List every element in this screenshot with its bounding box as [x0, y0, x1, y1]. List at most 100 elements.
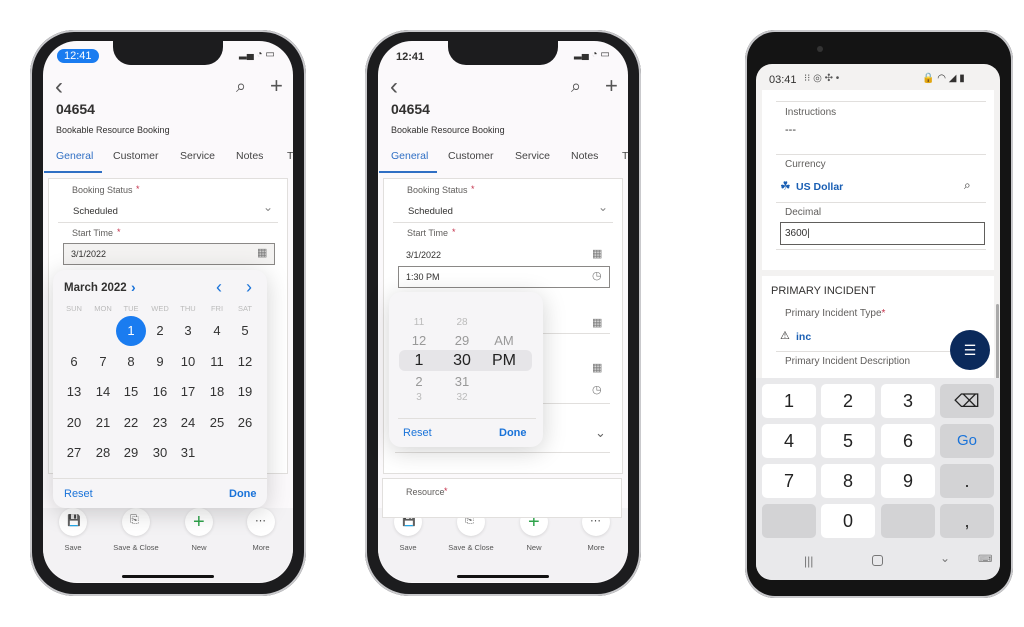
- key-9[interactable]: 9: [881, 464, 935, 498]
- calendar-day[interactable]: 27: [67, 445, 81, 460]
- hour-option[interactable]: 2: [415, 374, 422, 389]
- hour-option[interactable]: 3: [416, 392, 422, 403]
- key-4[interactable]: 4: [762, 424, 816, 458]
- search-icon[interactable]: ⌕: [964, 178, 971, 193]
- chevron-down-icon[interactable]: ⌄: [595, 425, 606, 441]
- decimal-input[interactable]: 3600|: [780, 222, 985, 245]
- calendar-day[interactable]: 18: [210, 384, 224, 399]
- period-option[interactable]: PM: [492, 352, 516, 370]
- tab-1[interactable]: Customer: [448, 150, 494, 162]
- tab-2[interactable]: Service: [515, 150, 550, 162]
- reset-button[interactable]: Reset: [64, 488, 93, 500]
- nav-home-button[interactable]: [872, 555, 883, 566]
- calendar-day[interactable]: 11: [210, 354, 224, 369]
- calendar-day[interactable]: 5: [241, 323, 248, 338]
- tab-2[interactable]: Service: [180, 150, 215, 162]
- reset-button[interactable]: Reset: [403, 427, 432, 439]
- back-icon[interactable]: ‹: [55, 73, 63, 101]
- calendar-day[interactable]: 7: [99, 354, 106, 369]
- tab-4[interactable]: T: [287, 150, 293, 162]
- key-8[interactable]: 8: [821, 464, 875, 498]
- search-icon[interactable]: ⌕: [236, 76, 246, 97]
- currency-lookup-link[interactable]: US Dollar: [796, 181, 843, 193]
- minute-option[interactable]: 28: [456, 317, 467, 328]
- calendar-day[interactable]: 15: [124, 384, 138, 399]
- tab-1[interactable]: Customer: [113, 150, 159, 162]
- calendar-day[interactable]: 1: [127, 323, 134, 338]
- calendar-day[interactable]: 20: [67, 415, 81, 430]
- calendar-icon[interactable]: ▦: [592, 361, 602, 374]
- key-7[interactable]: 7: [762, 464, 816, 498]
- calendar-day[interactable]: 25: [210, 415, 224, 430]
- done-button[interactable]: Done: [499, 427, 527, 439]
- next-month-icon[interactable]: ›: [246, 277, 252, 298]
- hour-option[interactable]: 12: [412, 333, 426, 348]
- tab-4[interactable]: T: [622, 150, 628, 162]
- booking-status-value[interactable]: Scheduled: [408, 206, 453, 217]
- calendar-day[interactable]: 2: [156, 323, 163, 338]
- calendar-day[interactable]: 26: [238, 415, 252, 430]
- hour-option[interactable]: 1: [415, 352, 424, 370]
- minute-option[interactable]: 30: [453, 352, 471, 370]
- chevron-down-icon[interactable]: ⌄: [598, 200, 608, 214]
- back-icon[interactable]: ‹: [390, 73, 398, 101]
- calendar-day[interactable]: 22: [124, 415, 138, 430]
- previous-month-icon[interactable]: ‹: [216, 277, 222, 298]
- nav-back-chevron-icon[interactable]: ⌄: [940, 551, 950, 565]
- minute-option[interactable]: 31: [455, 374, 469, 389]
- calendar-icon[interactable]: ▦: [592, 247, 602, 260]
- nav-recents-button[interactable]: |||: [804, 554, 813, 568]
- key-6[interactable]: 6: [881, 424, 935, 458]
- calendar-day[interactable]: 12: [238, 354, 252, 369]
- minute-option[interactable]: 32: [456, 392, 467, 403]
- calendar-day[interactable]: 6: [70, 354, 77, 369]
- tab-3[interactable]: Notes: [571, 150, 598, 162]
- list-fab-button[interactable]: ☰: [950, 330, 990, 370]
- incident-type-link[interactable]: inc: [796, 331, 811, 343]
- calendar-day[interactable]: 30: [153, 445, 167, 460]
- add-icon[interactable]: +: [270, 73, 283, 99]
- key-,[interactable]: ,: [940, 504, 994, 538]
- calendar-day[interactable]: 4: [213, 323, 220, 338]
- calendar-day[interactable]: 8: [127, 354, 134, 369]
- calendar-day[interactable]: 29: [124, 445, 138, 460]
- key-3[interactable]: 3: [881, 384, 935, 418]
- calendar-day[interactable]: 28: [96, 445, 110, 460]
- calendar-day[interactable]: 14: [96, 384, 110, 399]
- tab-0[interactable]: General: [56, 150, 93, 162]
- key-5[interactable]: 5: [821, 424, 875, 458]
- minute-option[interactable]: 29: [455, 333, 469, 348]
- chevron-down-icon[interactable]: ⌄: [263, 200, 273, 214]
- booking-status-value[interactable]: Scheduled: [73, 206, 118, 217]
- calendar-day[interactable]: 24: [181, 415, 195, 430]
- tab-0[interactable]: General: [391, 150, 428, 162]
- key-Go[interactable]: Go: [940, 424, 994, 458]
- calendar-day[interactable]: 3: [184, 323, 191, 338]
- add-icon[interactable]: +: [605, 73, 618, 99]
- search-icon[interactable]: ⌕: [571, 76, 581, 97]
- calendar-month-label[interactable]: March 2022: [64, 282, 127, 294]
- clock-icon[interactable]: ◷: [592, 269, 602, 282]
- tab-3[interactable]: Notes: [236, 150, 263, 162]
- calendar-day[interactable]: 23: [153, 415, 167, 430]
- key-2[interactable]: 2: [821, 384, 875, 418]
- key-1[interactable]: 1: [762, 384, 816, 418]
- keyboard-switch-icon[interactable]: ⌨: [978, 554, 992, 565]
- calendar-day[interactable]: 19: [238, 384, 252, 399]
- calendar-day[interactable]: 10: [181, 354, 195, 369]
- calendar-icon[interactable]: ▦: [257, 246, 267, 259]
- calendar-icon[interactable]: ▦: [592, 316, 602, 329]
- key-0[interactable]: 0: [821, 504, 875, 538]
- period-option[interactable]: AM: [494, 333, 514, 348]
- done-button[interactable]: Done: [229, 488, 257, 500]
- calendar-day[interactable]: 31: [181, 445, 195, 460]
- clock-icon[interactable]: ◷: [592, 383, 602, 396]
- calendar-day[interactable]: 21: [96, 415, 110, 430]
- calendar-day[interactable]: 13: [67, 384, 81, 399]
- key-.[interactable]: .: [940, 464, 994, 498]
- key-backspace[interactable]: ⌫: [940, 384, 994, 418]
- calendar-day[interactable]: 16: [153, 384, 167, 399]
- calendar-day[interactable]: 17: [181, 384, 195, 399]
- calendar-day[interactable]: 9: [156, 354, 163, 369]
- hour-option[interactable]: 11: [414, 317, 424, 328]
